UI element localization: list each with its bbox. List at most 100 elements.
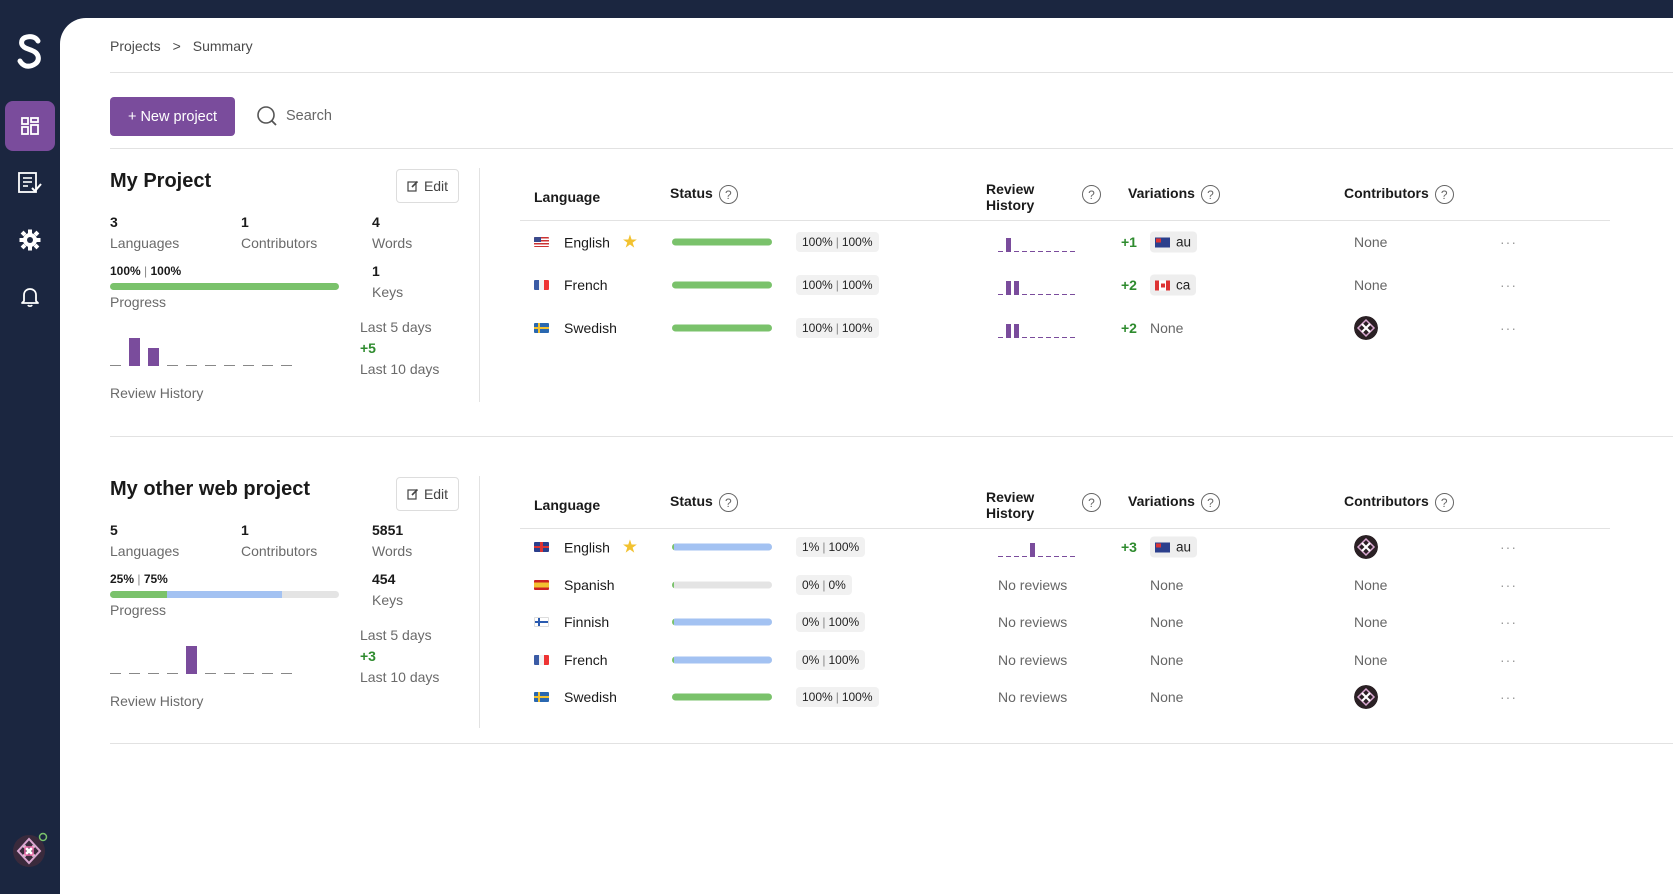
edit-project-button[interactable]: Edit (396, 169, 459, 203)
contributor-avatar-icon[interactable] (1354, 316, 1378, 340)
table-row[interactable]: Spanish 0% | 0% No reviews None None ··· (520, 570, 1610, 600)
variation-chip[interactable]: ca (1150, 274, 1197, 296)
contributor-avatar-icon[interactable] (1354, 535, 1378, 559)
language-name[interactable]: English ★ (564, 232, 638, 253)
new-project-button[interactable]: + New project (110, 97, 235, 136)
help-icon[interactable]: ? (718, 185, 738, 204)
help-icon[interactable]: ? (1200, 185, 1220, 204)
language-name[interactable]: French (564, 652, 608, 668)
row-menu-button[interactable]: ··· (1500, 320, 1517, 336)
variation-chip[interactable]: au (1150, 536, 1198, 558)
row-menu-button[interactable]: ··· (1500, 234, 1517, 250)
history-bar-empty (1030, 337, 1035, 338)
language-name[interactable]: Finnish (564, 614, 609, 630)
no-reviews-text: No reviews (998, 689, 1068, 705)
history-bar-empty (1022, 251, 1027, 252)
review-history-delta: +1 (1121, 234, 1137, 250)
stat-languages: 5 Languages (110, 522, 179, 559)
history-bar-empty (129, 673, 140, 674)
history-bar-empty (1070, 294, 1075, 295)
status-bar (672, 238, 772, 246)
user-avatar-icon[interactable] (12, 832, 48, 868)
stat-value: 1 (241, 522, 249, 538)
row-menu-button[interactable]: ··· (1500, 689, 1517, 705)
history-bar (1006, 281, 1011, 295)
history-bar-empty (1070, 251, 1075, 252)
progress-translated: 100% (150, 264, 182, 278)
no-reviews-text: No reviews (998, 614, 1068, 630)
column-variations: Variations? (1128, 493, 1220, 512)
project-title[interactable]: My Project (110, 170, 211, 193)
flag-se-icon (534, 323, 549, 333)
column-language: Language (534, 497, 601, 513)
table-row[interactable]: Swedish 100% | 100% No reviews None ··· (520, 682, 1610, 712)
status-reviewed: 100% (802, 235, 833, 249)
search-input[interactable]: Search (256, 105, 332, 127)
table-row[interactable]: French 0% | 100% No reviews None None ··· (520, 645, 1610, 675)
language-name[interactable]: Spanish (564, 577, 615, 593)
history-bar-empty (1062, 251, 1067, 252)
history-bar-empty (1046, 294, 1051, 295)
language-name[interactable]: English ★ (564, 537, 638, 558)
stat-value: 1 (372, 263, 380, 279)
table-row[interactable]: Finnish 0% | 100% No reviews None None ··· (520, 607, 1610, 637)
contributor-avatar-icon[interactable] (1354, 685, 1378, 709)
main-panel: Projects > Summary + New project Search … (60, 18, 1673, 894)
help-icon[interactable]: ? (1200, 493, 1220, 512)
history-bar (129, 338, 140, 366)
history-bar-empty (1046, 556, 1051, 557)
history-bar-empty (1054, 294, 1059, 295)
flag-se-icon (534, 692, 549, 702)
help-icon[interactable]: ? (1082, 493, 1101, 512)
language-name[interactable]: Swedish (564, 320, 617, 336)
row-menu-button[interactable]: ··· (1500, 614, 1517, 630)
history-bar-empty (1014, 556, 1019, 557)
status-fill-reviewed (672, 238, 772, 246)
help-icon[interactable]: ? (1434, 493, 1454, 512)
row-menu-button[interactable]: ··· (1500, 652, 1517, 668)
help-icon[interactable]: ? (1434, 185, 1454, 204)
sidebar-item-notifications[interactable] (5, 272, 55, 322)
history-bar-empty (1062, 337, 1067, 338)
stat-value: 3 (110, 214, 118, 230)
flag-fr-icon (534, 280, 549, 290)
history-bar-empty (1006, 556, 1011, 557)
breadcrumb-projects[interactable]: Projects (110, 38, 161, 54)
row-menu-button[interactable]: ··· (1500, 539, 1517, 555)
sidebar-item-settings[interactable] (5, 215, 55, 265)
gear-icon (19, 229, 41, 251)
stat-contributors: 1 Contributors (241, 522, 317, 559)
help-icon[interactable]: ? (718, 493, 738, 512)
table-row[interactable]: English ★ 1% | 100% +3 au ··· (520, 532, 1610, 562)
review-history-mini-chart (998, 275, 1090, 295)
sidebar (0, 0, 60, 894)
history-bar-empty (262, 365, 273, 366)
dashboard-icon (21, 117, 39, 135)
app-logo-icon[interactable] (14, 32, 46, 72)
table-row[interactable]: French 100% | 100% +2 ca None ··· (520, 270, 1610, 300)
column-review-history-label-2: History (986, 197, 1035, 213)
stat-words: 5851 Words (372, 522, 412, 559)
help-icon[interactable]: ? (1082, 185, 1101, 204)
column-status-label: Status (670, 185, 713, 202)
language-name[interactable]: Swedish (564, 689, 617, 705)
history-bar-empty (998, 337, 1003, 338)
sidebar-item-dashboard[interactable] (5, 101, 55, 151)
edit-project-button[interactable]: Edit (396, 477, 459, 511)
variation-chip[interactable]: au (1150, 231, 1198, 253)
stat-label: Contributors (241, 543, 318, 559)
stat-label: Words (372, 543, 413, 559)
divider (110, 148, 1673, 149)
sidebar-item-reviews[interactable] (5, 158, 55, 208)
table-row[interactable]: English ★ 100% | 100% +1 au None ··· (520, 227, 1610, 257)
history-bar-empty (224, 365, 235, 366)
history-bar-empty (998, 294, 1003, 295)
language-name[interactable]: French (564, 277, 608, 293)
status-translated: 100% (841, 690, 873, 704)
row-menu-button[interactable]: ··· (1500, 277, 1517, 293)
table-row[interactable]: Swedish 100% | 100% +2 None ··· (520, 313, 1610, 343)
project-title[interactable]: My other web project (110, 478, 310, 501)
history-bar-empty (281, 365, 292, 366)
row-menu-button[interactable]: ··· (1500, 577, 1517, 593)
stat-value: 4 (372, 214, 380, 230)
